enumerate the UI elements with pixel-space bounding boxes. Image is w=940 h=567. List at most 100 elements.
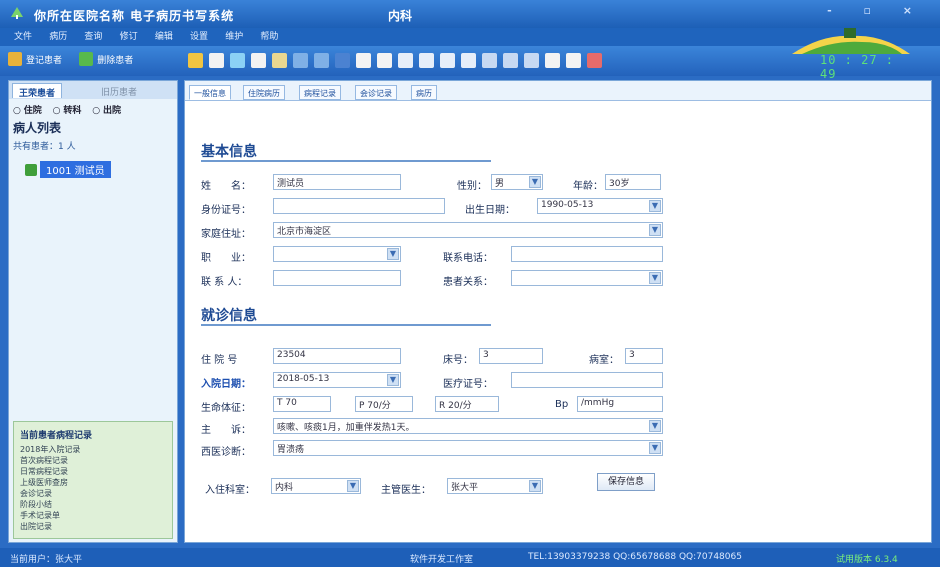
outline-item[interactable]: 日常病程记录 bbox=[20, 466, 80, 477]
contact-field[interactable] bbox=[273, 270, 401, 286]
age-label: 年龄： bbox=[573, 181, 603, 192]
justify-icon[interactable] bbox=[461, 53, 476, 68]
copy-icon[interactable] bbox=[251, 53, 266, 68]
save-info-button[interactable]: 保存信息 bbox=[597, 473, 655, 491]
pulse-field[interactable]: P 70/分 bbox=[355, 396, 413, 412]
tab-current-patients[interactable]: 王荣患者 bbox=[12, 83, 63, 99]
menu-edit[interactable]: 编辑 bbox=[155, 28, 173, 46]
name-field[interactable]: 测试员 bbox=[273, 174, 401, 190]
chevron-down-icon: ▼ bbox=[649, 200, 661, 212]
menu-query[interactable]: 查询 bbox=[84, 28, 102, 46]
outline-item[interactable]: 2018年入院记录 bbox=[20, 444, 80, 455]
preview-icon[interactable] bbox=[566, 53, 581, 68]
temperature-field[interactable]: T 70 bbox=[273, 396, 331, 412]
table-icon[interactable] bbox=[356, 53, 371, 68]
chevron-down-icon: ▼ bbox=[529, 176, 541, 188]
register-patient-label: 登记患者 bbox=[26, 55, 63, 66]
outline-item[interactable]: 出院记录 bbox=[20, 521, 80, 532]
print-icon[interactable] bbox=[545, 53, 560, 68]
radio-discharged[interactable]: ○ 出院 bbox=[92, 106, 121, 116]
delete-patient-label: 删除患者 bbox=[97, 55, 134, 66]
new-doc-icon[interactable] bbox=[188, 53, 203, 68]
title-bar: 你所在医院名称 电子病历书写系统 内科 - ▫ × bbox=[0, 0, 940, 28]
birth-date-value: 1990-05-13 bbox=[541, 200, 594, 210]
patient-filter-radios: ○ 住院 ○ 转科 ○ 出院 bbox=[13, 103, 129, 116]
bp-field[interactable]: /mmHg bbox=[577, 396, 663, 412]
record-tabs: 一般信息 住院病历 病程记录 会诊记录 病历 bbox=[185, 81, 931, 101]
subscript-icon[interactable] bbox=[524, 53, 539, 68]
outline-item[interactable]: 首次病程记录 bbox=[20, 455, 80, 466]
menu-maintain[interactable]: 维护 bbox=[225, 28, 243, 46]
id-number-field[interactable] bbox=[273, 198, 445, 214]
radio-inpatient[interactable]: ○ 住院 bbox=[13, 106, 42, 116]
patient-tree-node[interactable]: 1001 测试员 bbox=[25, 161, 111, 178]
chevron-down-icon: ▼ bbox=[347, 480, 359, 492]
case-no-label: 住 院 号 bbox=[201, 355, 238, 366]
text-icon[interactable] bbox=[335, 53, 350, 68]
menu-help[interactable]: 帮助 bbox=[260, 28, 278, 46]
birth-date-select[interactable]: 1990-05-13 ▼ bbox=[537, 198, 663, 214]
record-outline-list: 2018年入院记录 首次病程记录 日常病程记录 上级医师查房 会诊记录 阶段小结… bbox=[20, 444, 80, 532]
close-doc-icon[interactable] bbox=[587, 53, 602, 68]
complaint-label: 主 诉： bbox=[201, 425, 251, 436]
bed-field[interactable]: 3 bbox=[479, 348, 543, 364]
ward-select[interactable]: 内科 ▼ bbox=[271, 478, 361, 494]
tab-past-patients[interactable]: 旧历患者 bbox=[95, 83, 143, 98]
case-no-field[interactable]: 23504 bbox=[273, 348, 401, 364]
room-label: 病室： bbox=[589, 355, 619, 366]
cert-field[interactable] bbox=[511, 372, 663, 388]
menu-settings[interactable]: 设置 bbox=[190, 28, 208, 46]
tab-progress-notes[interactable]: 病程记录 bbox=[299, 85, 341, 100]
tab-record[interactable]: 病历 bbox=[411, 85, 437, 100]
menu-record[interactable]: 病历 bbox=[49, 28, 67, 46]
app-logo-icon bbox=[11, 7, 23, 19]
main-panel: 一般信息 住院病历 病程记录 会诊记录 病历 基本信息 姓 名： 测试员 性别：… bbox=[184, 80, 932, 543]
age-field[interactable]: 30岁 bbox=[605, 174, 661, 190]
job-select[interactable]: ▼ bbox=[273, 246, 401, 262]
chevron-down-icon: ▼ bbox=[649, 272, 661, 284]
complaint-select[interactable]: 咳嗽、咳痰1月，加重伴发热1天。 ▼ bbox=[273, 418, 663, 434]
relation-select[interactable]: ▼ bbox=[511, 270, 663, 286]
patient-list-title: 病人列表 bbox=[13, 121, 62, 135]
register-patient-button[interactable]: 登记患者 bbox=[8, 52, 62, 66]
respiration-field[interactable]: R 20/分 bbox=[435, 396, 499, 412]
ward-value: 内科 bbox=[275, 483, 294, 493]
radio-transfer[interactable]: ○ 转科 bbox=[53, 106, 82, 116]
align-right-icon[interactable] bbox=[440, 53, 455, 68]
menu-revise[interactable]: 修订 bbox=[120, 28, 138, 46]
redo-icon[interactable] bbox=[314, 53, 329, 68]
birth-label: 出生日期： bbox=[465, 205, 515, 216]
admit-date-select[interactable]: 2018-05-13 ▼ bbox=[273, 372, 401, 388]
undo-icon[interactable] bbox=[293, 53, 308, 68]
chevron-down-icon: ▼ bbox=[649, 420, 661, 432]
outline-item[interactable]: 会诊记录 bbox=[20, 488, 80, 499]
tab-general-info[interactable]: 一般信息 bbox=[189, 85, 231, 100]
status-bar: 当前用户：张大平 软件开发工作室 TEL:13903379238 QQ:6567… bbox=[0, 548, 940, 567]
tab-consult-notes[interactable]: 会诊记录 bbox=[355, 85, 397, 100]
diagnosis-select[interactable]: 胃溃疡 ▼ bbox=[273, 440, 663, 456]
phone-label: 联系电话： bbox=[443, 253, 493, 264]
phone-field[interactable] bbox=[511, 246, 663, 262]
outline-item[interactable]: 上级医师查房 bbox=[20, 477, 80, 488]
save-icon[interactable] bbox=[209, 53, 224, 68]
superscript-icon[interactable] bbox=[503, 53, 518, 68]
tab-admission-record[interactable]: 住院病历 bbox=[243, 85, 285, 100]
window-controls[interactable]: - ▫ × bbox=[827, 4, 926, 17]
delete-patient-button[interactable]: 删除患者 bbox=[79, 52, 133, 66]
cut-icon[interactable] bbox=[230, 53, 245, 68]
align-left-icon[interactable] bbox=[398, 53, 413, 68]
doctor-select[interactable]: 张大平 ▼ bbox=[447, 478, 543, 494]
relation-label: 患者关系： bbox=[443, 277, 493, 288]
room-field[interactable]: 3 bbox=[625, 348, 663, 364]
address-select[interactable]: 北京市海淀区 ▼ bbox=[273, 222, 663, 238]
menu-file[interactable]: 文件 bbox=[14, 28, 32, 46]
align-center-icon[interactable] bbox=[419, 53, 434, 68]
outline-item[interactable]: 手术记录单 bbox=[20, 510, 80, 521]
outline-item[interactable]: 阶段小结 bbox=[20, 499, 80, 510]
paste-icon[interactable] bbox=[272, 53, 287, 68]
current-user: 当前用户：张大平 bbox=[10, 555, 83, 565]
image-icon[interactable] bbox=[377, 53, 392, 68]
gender-select[interactable]: 男 ▼ bbox=[491, 174, 543, 190]
signature-icon[interactable] bbox=[482, 53, 497, 68]
delete-patient-icon bbox=[79, 52, 94, 66]
